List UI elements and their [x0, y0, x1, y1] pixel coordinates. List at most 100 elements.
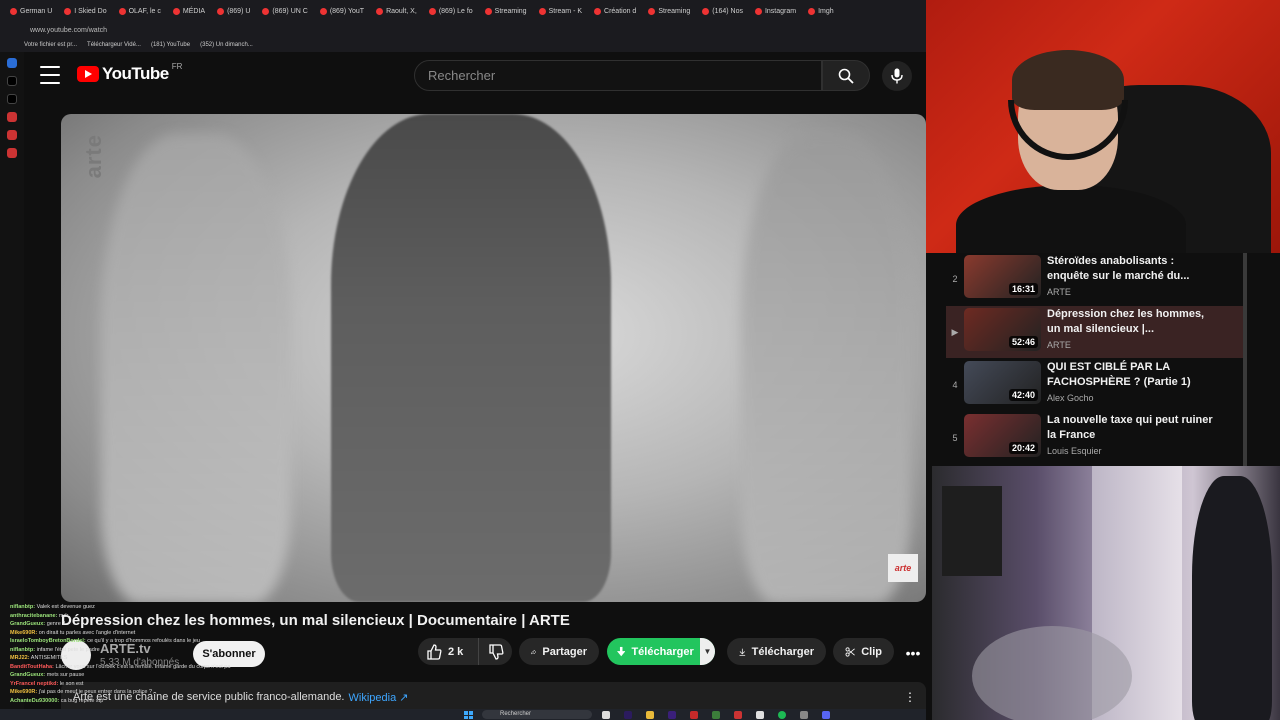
playlist-index: 4	[952, 380, 958, 390]
browser-tab[interactable]: Création d	[590, 7, 640, 15]
tab-favicon-icon	[702, 7, 710, 15]
browser-tab[interactable]: (164) Nos	[698, 7, 747, 15]
playlist-thumbnail[interactable]: 52:46	[964, 308, 1041, 351]
video-player[interactable]: arte arte	[61, 114, 926, 602]
wikipedia-link[interactable]: Wikipedia ↗	[349, 691, 409, 704]
opera-icon[interactable]	[690, 711, 698, 719]
playlist-item[interactable]: 4 42:40 QUI EST CIBLÉ PAR LA FACHOSPHÈRE ?…	[946, 359, 1244, 411]
clip-button[interactable]: Clip	[833, 638, 894, 665]
chat-username: MRJ22:	[10, 655, 30, 661]
bookmark-item[interactable]: Votre fichier est pr...	[24, 42, 77, 48]
download-button[interactable]: Télécharger	[727, 638, 826, 665]
browser-tab[interactable]: (869) U	[213, 7, 254, 15]
browser-tab[interactable]: I Skied Do	[60, 7, 110, 15]
playlist-index: 2	[952, 274, 958, 284]
chat-username: niflanbtp:	[10, 604, 36, 610]
playlist-video-title[interactable]: Stéroïdes anabolisants : enquête sur le …	[1047, 254, 1217, 284]
spotify-icon[interactable]	[778, 711, 786, 719]
browser-tab[interactable]: (869) UN C	[258, 7, 311, 15]
like-button[interactable]: 2 k	[418, 638, 472, 665]
chat-text: infame l'état pete le padre	[36, 646, 100, 653]
bookmark-item[interactable]: (352) Un dimanch...	[200, 42, 253, 48]
playlist-scrollbar[interactable]	[1243, 253, 1247, 466]
playlist-channel[interactable]: ARTE	[1047, 340, 1217, 350]
taskbar-search[interactable]: Rechercher	[482, 710, 592, 719]
app-icon[interactable]	[712, 711, 720, 719]
chat-message: Mike690R: on dirait tu parles avec l'ang…	[10, 630, 260, 638]
clock-icon[interactable]	[7, 148, 17, 158]
tab-favicon-icon	[262, 7, 270, 15]
download-label: Télécharger	[751, 645, 814, 658]
windows-start-icon[interactable]	[464, 711, 473, 719]
playlist-channel[interactable]: Alex Gocho	[1047, 393, 1217, 403]
menu-icon[interactable]	[40, 66, 60, 84]
tiktok-icon[interactable]	[7, 76, 17, 86]
browser-tab[interactable]: Streaming	[481, 7, 531, 15]
messenger-icon[interactable]	[7, 58, 17, 68]
tab-label: OLAF, le c	[128, 7, 161, 15]
search-button[interactable]	[822, 60, 870, 91]
history-icon[interactable]	[7, 112, 17, 122]
video-duration: 20:42	[1008, 442, 1038, 454]
extension-download-button[interactable]: Télécharger ▼	[607, 638, 715, 665]
discord-icon[interactable]	[822, 711, 830, 719]
logo-text: YouTube	[102, 64, 169, 83]
bookmark-item[interactable]: (181) YouTube	[151, 42, 190, 48]
playlist-thumbnail[interactable]: 20:42	[964, 414, 1041, 457]
share-icon	[531, 648, 537, 655]
browser-tab[interactable]: German U	[6, 7, 56, 15]
playlist-channel[interactable]: Louis Esquier	[1047, 446, 1217, 456]
chat-username: GrandGueux:	[10, 621, 46, 627]
playlist-item[interactable]: 5 20:42 La nouvelle taxe qui peut ruiner l…	[946, 412, 1244, 464]
description-menu-icon[interactable]: ⋮	[904, 690, 916, 704]
share-button[interactable]: Partager	[519, 638, 599, 665]
premiere-icon[interactable]	[624, 711, 632, 719]
chevron-down-icon[interactable]: ▼	[699, 638, 715, 665]
chat-username: YrFrancel neptikd:	[10, 680, 59, 687]
premiere-pro-icon[interactable]	[668, 711, 676, 719]
browser-address-bar[interactable]: www.youtube.com/watch	[0, 22, 926, 38]
bookmark-item[interactable]: Téléchargeur Vidé...	[87, 42, 141, 48]
tab-label: MÉDIA	[182, 7, 206, 15]
download-arrow-icon	[617, 646, 626, 656]
playlist-thumbnail[interactable]: 16:31	[964, 255, 1041, 298]
x-icon[interactable]	[7, 94, 17, 104]
browser-tab[interactable]: Instagram	[751, 7, 800, 15]
app-icon[interactable]	[734, 711, 742, 719]
browser-tab[interactable]: MÉDIA	[169, 7, 209, 15]
chrome-icon[interactable]	[756, 711, 764, 719]
browser-tab[interactable]: Imgh	[804, 7, 838, 15]
tab-favicon-icon	[10, 7, 17, 15]
youtube-logo[interactable]: YouTube FR	[77, 61, 183, 84]
browser-tab[interactable]: OLAF, le c	[115, 7, 165, 15]
playlist-video-title[interactable]: La nouvelle taxe qui peut ruiner la Fran…	[1047, 413, 1217, 443]
task-view-icon[interactable]	[602, 711, 610, 719]
voice-search-button[interactable]	[882, 61, 912, 91]
dislike-button[interactable]	[478, 638, 512, 665]
webcam-room	[932, 466, 1280, 720]
browser-tab[interactable]: (869) YouT	[316, 7, 368, 15]
playlist-channel[interactable]: ARTE	[1047, 287, 1217, 297]
share-label: Partager	[542, 645, 587, 658]
folder-icon[interactable]	[646, 711, 654, 719]
playlist-thumbnail[interactable]: 42:40	[964, 361, 1041, 404]
more-actions-icon[interactable]: •••	[901, 641, 925, 665]
playlist-item[interactable]: 2 16:31 Stéroïdes anabolisants : enquête s…	[946, 253, 1244, 305]
search-box[interactable]	[414, 60, 822, 91]
app-icon[interactable]	[800, 711, 808, 719]
playlist-video-title[interactable]: Dépression chez les hommes, un mal silen…	[1047, 307, 1217, 337]
browser-tab[interactable]: Raoult, X,	[372, 7, 421, 15]
url-text[interactable]: www.youtube.com/watch	[30, 27, 107, 34]
playlist-item[interactable]: ▶ 52:46 Dépression chez les hommes, un mal…	[946, 306, 1244, 358]
downloads-icon[interactable]	[7, 130, 17, 140]
browser-tabbar: German U I Skied Do OLAF, le c MÉDIA (869) U…	[0, 0, 926, 22]
search-input[interactable]	[415, 61, 821, 90]
video-duration: 16:31	[1008, 283, 1038, 295]
chat-message: BanditToutHaha: Lâcher vous sur l'ourbek…	[10, 664, 260, 672]
country-code: FR	[171, 61, 183, 71]
playlist-video-title[interactable]: QUI EST CIBLÉ PAR LA FACHOSPHÈRE ? (Part…	[1047, 360, 1217, 390]
tab-favicon-icon	[172, 7, 180, 15]
browser-tab[interactable]: Stream - K	[535, 7, 586, 15]
browser-tab[interactable]: Streaming	[644, 7, 694, 15]
browser-tab[interactable]: (869) Le fo	[425, 7, 477, 15]
